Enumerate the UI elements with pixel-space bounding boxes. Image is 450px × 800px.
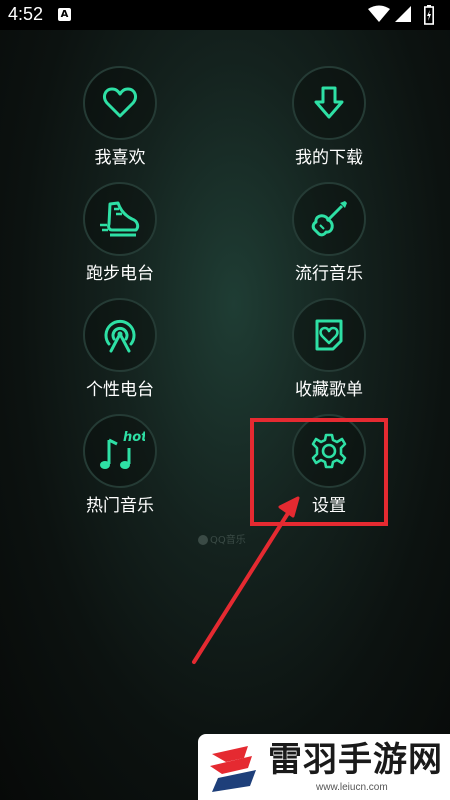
site-logo-url: www.leiucn.com [316,782,388,793]
site-logo-title: 雷羽手游网 [268,740,443,780]
site-logo-icon [210,746,256,792]
site-logo-panel: 雷羽手游网 www.leiucn.com [198,734,450,800]
annotation-arrow-icon [192,496,300,664]
